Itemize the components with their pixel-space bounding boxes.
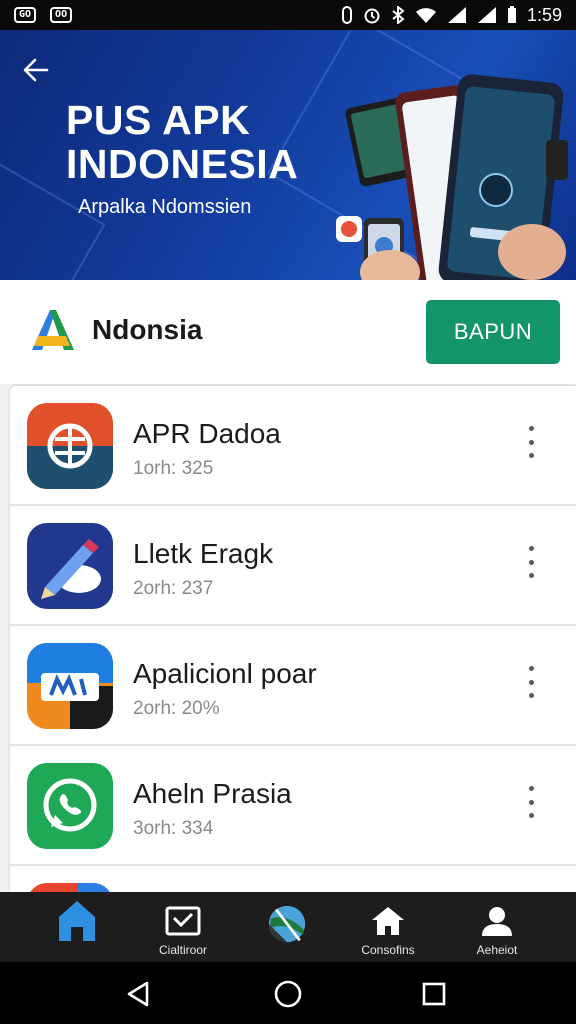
list-item[interactable]: Aheln Prasia 3orh: 334 xyxy=(10,746,576,866)
bottom-navigation: Cialtiroor Consofins Aeheiot xyxy=(0,892,576,962)
app-meta: 1orh: 325 xyxy=(133,458,214,479)
nav-label: Cialtiroor xyxy=(158,943,207,957)
square-recents-icon xyxy=(422,982,446,1006)
more-options-button[interactable] xyxy=(516,422,546,462)
m-logo-app-icon xyxy=(27,643,113,729)
nav-label: Aeheiot xyxy=(476,943,518,957)
app-name: Apalicionl poar xyxy=(133,658,317,689)
hero-banner: PUS APK INDONESIA Arpalka Ndomssien xyxy=(0,30,576,280)
banner-title: PUS APK INDONESIA xyxy=(66,98,298,186)
app-list: APR Dadoa 1orh: 325 Lletk Eragk 2orh: 23… xyxy=(10,386,576,892)
brand-header: Ndonsia BAPUN xyxy=(0,280,576,384)
banner-subtitle: Arpalka Ndomssien xyxy=(78,196,252,218)
person-icon xyxy=(477,901,517,941)
nav-house[interactable]: Consofins xyxy=(333,892,443,962)
brand-logo-icon xyxy=(32,310,74,350)
system-recents-button[interactable] xyxy=(416,976,452,1012)
nav-account[interactable]: Aeheiot xyxy=(442,892,552,962)
nav-explore[interactable] xyxy=(232,892,342,962)
app-meta: 2orh: 237 xyxy=(133,578,214,599)
list-item-partial[interactable] xyxy=(10,866,576,892)
brand-name: Ndonsia xyxy=(92,314,203,345)
system-home-button[interactable] xyxy=(270,976,306,1012)
alarm-icon xyxy=(364,8,380,24)
phones-illustration xyxy=(336,74,568,280)
wifi-icon xyxy=(415,8,436,23)
nav-home[interactable] xyxy=(22,892,132,962)
battery-icon xyxy=(507,6,516,23)
app-name: APR Dadoa xyxy=(133,418,281,449)
app-name: Lletk Eragk xyxy=(133,538,274,569)
primary-action-button[interactable]: BAPUN xyxy=(426,300,560,364)
app-name: Aheln Prasia xyxy=(133,778,292,809)
clock: 1:59 xyxy=(526,4,562,25)
system-back-button[interactable] xyxy=(120,976,156,1012)
globe-app-icon xyxy=(27,403,113,489)
home-icon xyxy=(57,901,97,941)
notification-badge-1: GO xyxy=(14,7,37,23)
banner-title-line-2: INDONESIA xyxy=(66,141,299,187)
signal-icon xyxy=(447,7,466,23)
nav-messages[interactable]: Cialtiroor xyxy=(128,892,238,962)
system-navigation-bar xyxy=(0,962,576,1024)
list-item[interactable]: Lletk Eragk 2orh: 237 xyxy=(10,506,576,626)
notification-badge-2: OO xyxy=(50,7,73,23)
circle-home-icon xyxy=(274,980,302,1008)
message-icon xyxy=(163,901,203,941)
house-icon xyxy=(368,901,408,941)
back-button[interactable] xyxy=(18,52,54,88)
nav-label: Consofins xyxy=(361,943,415,957)
status-bar: GO OO 1:59 xyxy=(0,0,576,30)
vibrate-icon xyxy=(341,6,352,24)
partial-app-icon xyxy=(27,883,113,892)
banner-title-line-1: PUS APK xyxy=(66,97,251,143)
more-options-button[interactable] xyxy=(516,782,546,822)
whatsapp-icon xyxy=(27,763,113,849)
more-options-button[interactable] xyxy=(516,542,546,582)
arrow-left-icon xyxy=(23,58,49,82)
pencil-cloud-app-icon xyxy=(27,523,113,609)
app-meta: 3orh: 334 xyxy=(133,818,214,839)
triangle-back-icon xyxy=(127,981,149,1007)
app-meta: 2orh: 20% xyxy=(133,698,220,719)
list-item[interactable]: Apalicionl poar 2orh: 20% xyxy=(10,626,576,746)
bluetooth-icon xyxy=(392,6,405,24)
list-item[interactable]: APR Dadoa 1orh: 325 xyxy=(10,386,576,506)
globe-icon xyxy=(267,904,307,944)
more-options-button[interactable] xyxy=(516,662,546,702)
signal-icon-2 xyxy=(477,7,496,23)
app-list-area: APR Dadoa 1orh: 325 Lletk Eragk 2orh: 23… xyxy=(0,384,576,892)
